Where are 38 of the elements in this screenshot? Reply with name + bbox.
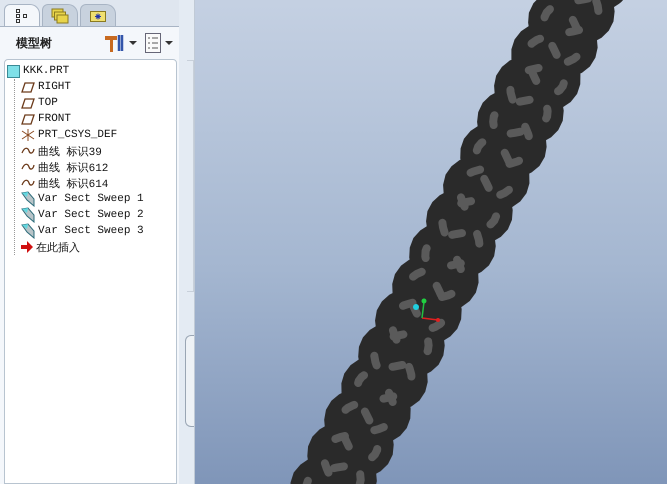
tree-item[interactable]: Var Sect Sweep 3	[15, 223, 176, 239]
splitter-handle[interactable]	[187, 60, 194, 292]
sweep-icon	[21, 207, 35, 223]
plane-icon	[21, 114, 35, 124]
sweep-icon	[21, 191, 35, 207]
tree-item[interactable]: TOP	[15, 95, 176, 111]
folders-icon	[51, 8, 69, 24]
panel-tab[interactable]	[4, 4, 40, 26]
tree-item[interactable]: Var Sect Sweep 1	[15, 191, 176, 207]
tree-item[interactable]: 在此插入	[15, 239, 176, 255]
tree-item[interactable]: FRONT	[15, 111, 176, 127]
cube-icon	[7, 64, 20, 78]
panel-title: 模型树	[16, 34, 53, 52]
tree-item[interactable]: 曲线 标识612	[15, 159, 176, 175]
curve-icon	[21, 179, 35, 187]
folder-icon	[90, 9, 106, 22]
curve-icon	[21, 147, 35, 155]
caret-icon	[129, 41, 138, 45]
splitter-handle[interactable]	[185, 335, 194, 427]
tree-item[interactable]: 曲线 标识39	[15, 143, 176, 159]
panel-tab[interactable]	[80, 4, 116, 26]
3d-viewport[interactable]	[195, 0, 667, 484]
arrow-icon	[21, 241, 33, 253]
curve-icon	[21, 163, 35, 171]
tree-item[interactable]: PRT_CSYS_DEF	[15, 127, 176, 143]
tree-item[interactable]: RIGHT	[15, 79, 176, 95]
axis-triad-icon	[413, 298, 440, 322]
tree-item[interactable]: KKK.PRT	[7, 63, 176, 79]
list-icon	[145, 33, 162, 53]
tree-item[interactable]: 曲线 标识614	[15, 175, 176, 191]
tree-icon	[16, 8, 28, 22]
csys-icon	[21, 128, 35, 142]
plane-icon	[21, 98, 35, 108]
sweep-icon	[21, 223, 35, 239]
tree-item[interactable]: Var Sect Sweep 2	[15, 207, 176, 223]
caret-icon	[165, 41, 174, 45]
plane-icon	[21, 82, 35, 92]
tools-icon	[103, 33, 126, 53]
